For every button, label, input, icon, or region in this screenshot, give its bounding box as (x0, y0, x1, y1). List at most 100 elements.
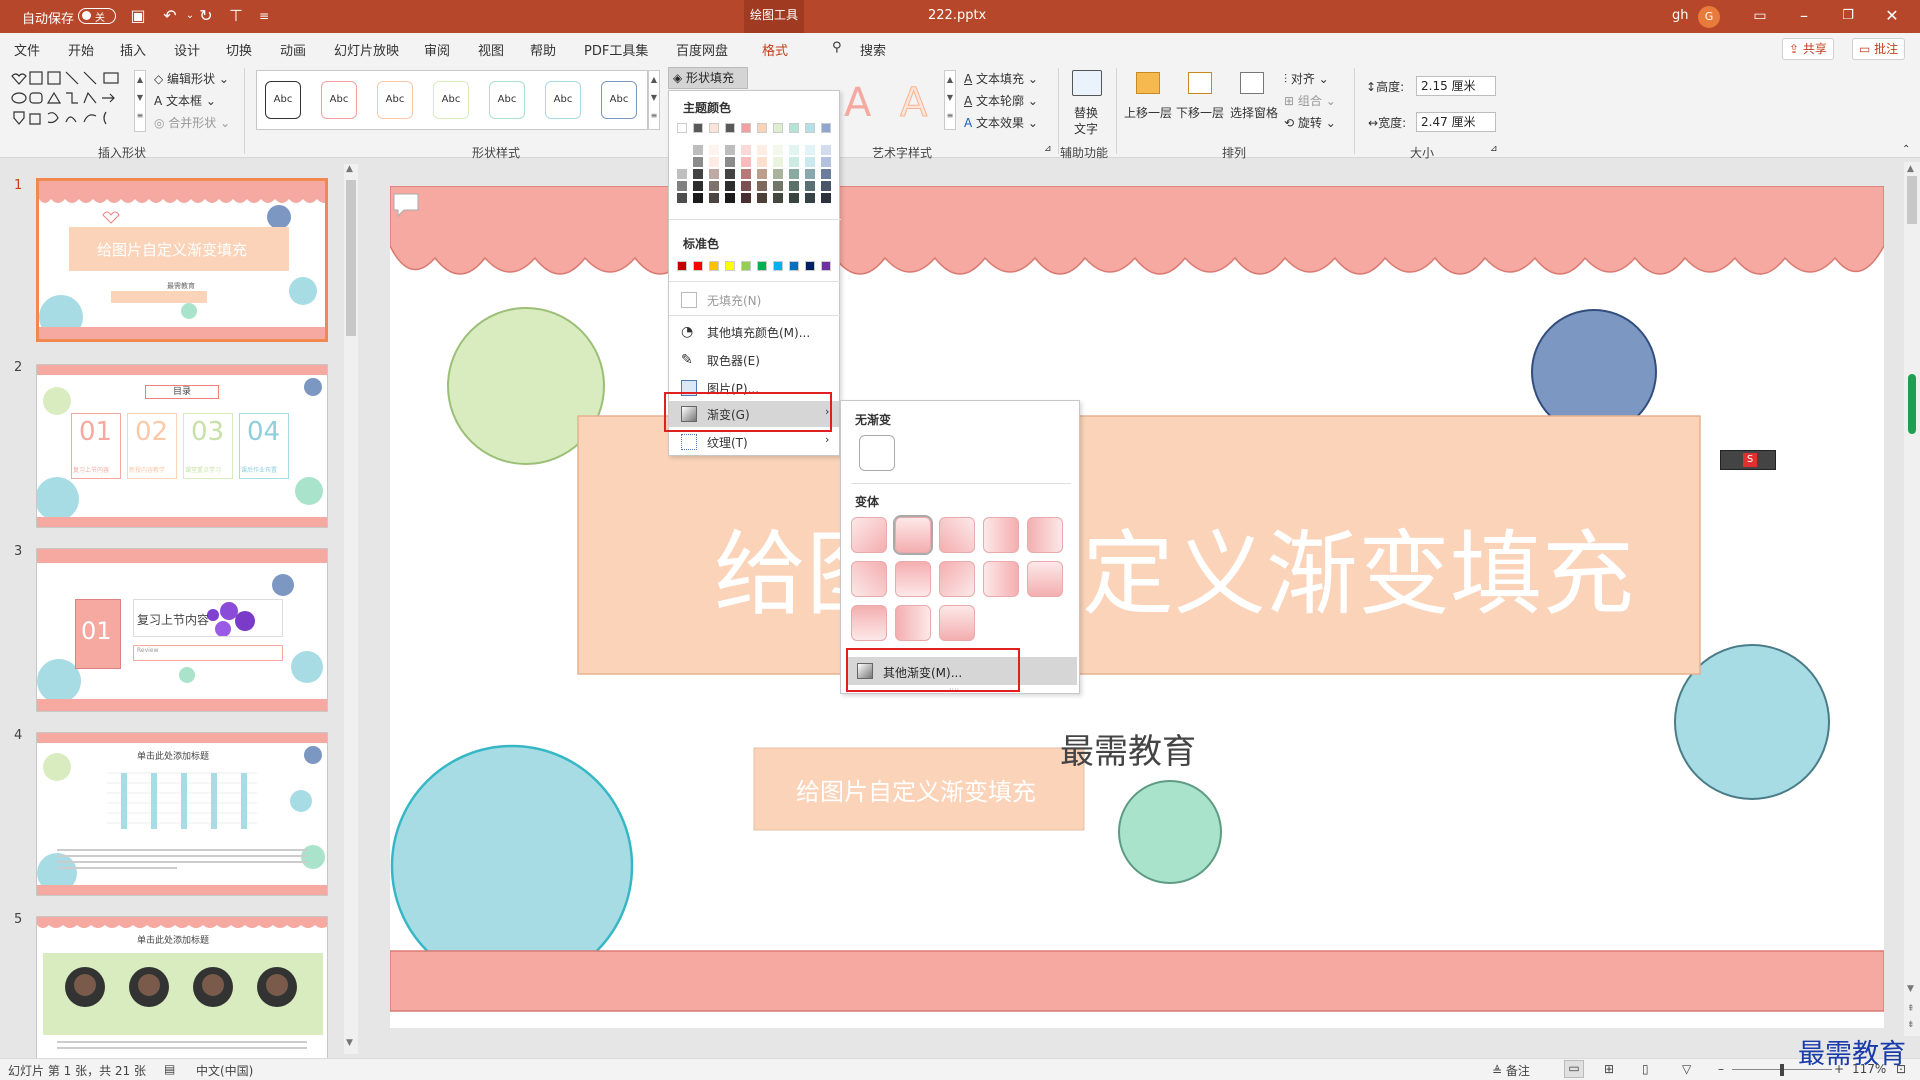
color-swatch[interactable] (693, 123, 703, 133)
color-swatch[interactable] (741, 169, 751, 179)
thumbnails-scroll-thumb[interactable] (346, 180, 356, 336)
color-swatch[interactable] (725, 169, 735, 179)
color-swatch[interactable] (805, 169, 815, 179)
slide-canvas[interactable]: 给图片自定义渐变填充 最需教育 给图片自定义渐变填充 (390, 186, 1884, 1028)
color-swatch[interactable] (709, 261, 719, 271)
scroll-up-icon[interactable]: ▲ (1907, 164, 1914, 174)
bring-forward-icon[interactable] (1136, 72, 1160, 94)
wordart-gallery-scroll[interactable]: ▲ ▼ ≡ (944, 70, 956, 130)
style-gallery-scroll[interactable]: ▲ ▼ ≡ (648, 70, 660, 130)
present-icon[interactable]: ⊤ (226, 6, 246, 26)
close-icon[interactable]: ✕ (1882, 6, 1902, 26)
send-backward-button[interactable]: 下移一层 (1176, 104, 1224, 121)
scroll-down-icon[interactable]: ▼ (1907, 984, 1914, 994)
alt-text-label-2[interactable]: 文字 (1074, 120, 1098, 137)
color-swatch[interactable] (757, 123, 767, 133)
color-swatch[interactable] (693, 193, 703, 203)
gradient-variant-swatch[interactable] (851, 605, 887, 641)
search-label[interactable]: 搜索 (860, 40, 886, 59)
text-outline-button[interactable]: A 文本轮廓 ⌄ (964, 92, 1038, 109)
text-box-button[interactable]: A 文本框 ⌄ (154, 92, 216, 109)
color-swatch[interactable] (741, 193, 751, 203)
tab-slideshow[interactable]: 幻灯片放映 (334, 40, 399, 59)
next-slide-icon[interactable]: ⇟ (1907, 1020, 1915, 1030)
color-swatch[interactable] (741, 157, 751, 167)
color-swatch[interactable] (773, 123, 783, 133)
slide-thumbnail-1[interactable]: 给图片自定义渐变填充 最需教育 (36, 178, 328, 342)
avatar[interactable]: G (1698, 6, 1720, 28)
slide-scrollbar[interactable]: ▲ ▼ ⇞ ⇟ (1904, 162, 1920, 1036)
color-swatch[interactable] (741, 123, 751, 133)
tab-pdf-tools[interactable]: PDF工具集 (584, 40, 648, 59)
redo-icon[interactable]: ↻ (196, 6, 216, 26)
no-fill-item[interactable]: 无填充(N) (669, 287, 839, 313)
color-swatch[interactable] (677, 157, 687, 167)
color-swatch[interactable] (677, 123, 687, 133)
color-swatch[interactable] (677, 145, 687, 155)
tab-format[interactable]: 格式 (759, 40, 791, 65)
color-swatch[interactable] (805, 193, 815, 203)
text-effect-button[interactable]: A 文本效果 ⌄ (964, 114, 1038, 131)
color-swatch[interactable] (805, 181, 815, 191)
color-swatch[interactable] (709, 193, 719, 203)
tab-design[interactable]: 设计 (174, 40, 200, 59)
ribbon-display-icon[interactable]: ▭ (1750, 6, 1770, 26)
spelling-icon[interactable]: ▤ (164, 1062, 175, 1076)
wordart-style-2[interactable]: A (899, 80, 927, 127)
color-swatch[interactable] (725, 181, 735, 191)
collapse-ribbon-icon[interactable]: ⌃ (1902, 144, 1910, 155)
alt-text-icon[interactable] (1072, 70, 1102, 96)
slide-thumbnail-5[interactable]: 单击此处添加标题 (36, 916, 328, 1060)
color-swatch[interactable] (789, 169, 799, 179)
slide-thumbnail-3[interactable]: 01 复习上节内容 Review (36, 548, 328, 712)
language-status[interactable]: 中文(中国) (196, 1062, 253, 1079)
slideshow-icon[interactable]: ▽ (1682, 1062, 1691, 1076)
color-swatch[interactable] (773, 181, 783, 191)
color-swatch[interactable] (821, 169, 831, 179)
color-swatch[interactable] (677, 193, 687, 203)
color-swatch[interactable] (725, 123, 735, 133)
slide-subtitle-text[interactable]: 给图片自定义渐变填充 (796, 772, 1036, 807)
width-input[interactable]: 2.47 厘米 (1416, 112, 1496, 132)
shape-fill-button[interactable]: ◈ 形状填充 ⌄ (668, 67, 748, 105)
color-swatch[interactable] (757, 193, 767, 203)
color-swatch[interactable] (693, 169, 703, 179)
customize-toolbar-icon[interactable]: ≡ (254, 6, 274, 26)
group-objects-button[interactable]: ⊞ 组合 ⌄ (1284, 92, 1336, 109)
notes-button[interactable]: ≜ 备注 (1492, 1062, 1530, 1079)
minimize-icon[interactable]: – (1794, 6, 1814, 26)
shape-gallery-scroll[interactable]: ▲ ▼ ≡ (134, 70, 146, 132)
slide-count-status[interactable]: 幻灯片 第 1 张，共 21 张 (8, 1062, 146, 1079)
color-swatch[interactable] (805, 261, 815, 271)
color-swatch[interactable] (789, 145, 799, 155)
color-swatch[interactable] (757, 261, 767, 271)
tab-transitions[interactable]: 切换 (226, 40, 252, 59)
color-swatch[interactable] (789, 157, 799, 167)
color-swatch[interactable] (693, 145, 703, 155)
style-preset-4[interactable]: Abc (433, 81, 469, 119)
color-swatch[interactable] (821, 193, 831, 203)
slide-thumbnail-4[interactable]: 单击此处添加标题 (36, 732, 328, 896)
color-swatch[interactable] (821, 157, 831, 167)
more-fill-colors-item[interactable]: ◔ 其他填充颜色(M)... (669, 319, 839, 345)
text-fill-button[interactable]: A 文本填充 ⌄ (964, 70, 1038, 87)
color-swatch[interactable] (677, 261, 687, 271)
zoom-out-icon[interactable]: – (1718, 1062, 1724, 1076)
gradient-variant-swatch[interactable] (895, 561, 931, 597)
color-swatch[interactable] (693, 261, 703, 271)
gradient-variant-swatch[interactable] (1027, 561, 1063, 597)
gradient-variant-swatch[interactable] (939, 605, 975, 641)
color-swatch[interactable] (709, 169, 719, 179)
style-preset-3[interactable]: Abc (377, 81, 413, 119)
style-preset-7[interactable]: Abc (601, 81, 637, 119)
color-swatch[interactable] (709, 157, 719, 167)
color-swatch[interactable] (709, 123, 719, 133)
gradient-variant-swatch[interactable] (1027, 517, 1063, 553)
color-swatch[interactable] (741, 181, 751, 191)
wordart-dialog-launcher[interactable]: ⊿ (1044, 144, 1052, 154)
gradient-variant-swatch[interactable] (939, 561, 975, 597)
gradient-variant-swatch[interactable] (893, 515, 933, 555)
color-swatch[interactable] (725, 145, 735, 155)
scroll-down-icon[interactable]: ▼ (346, 1038, 353, 1048)
merge-shapes-button[interactable]: ◎ 合并形状 ⌄ (154, 114, 230, 131)
